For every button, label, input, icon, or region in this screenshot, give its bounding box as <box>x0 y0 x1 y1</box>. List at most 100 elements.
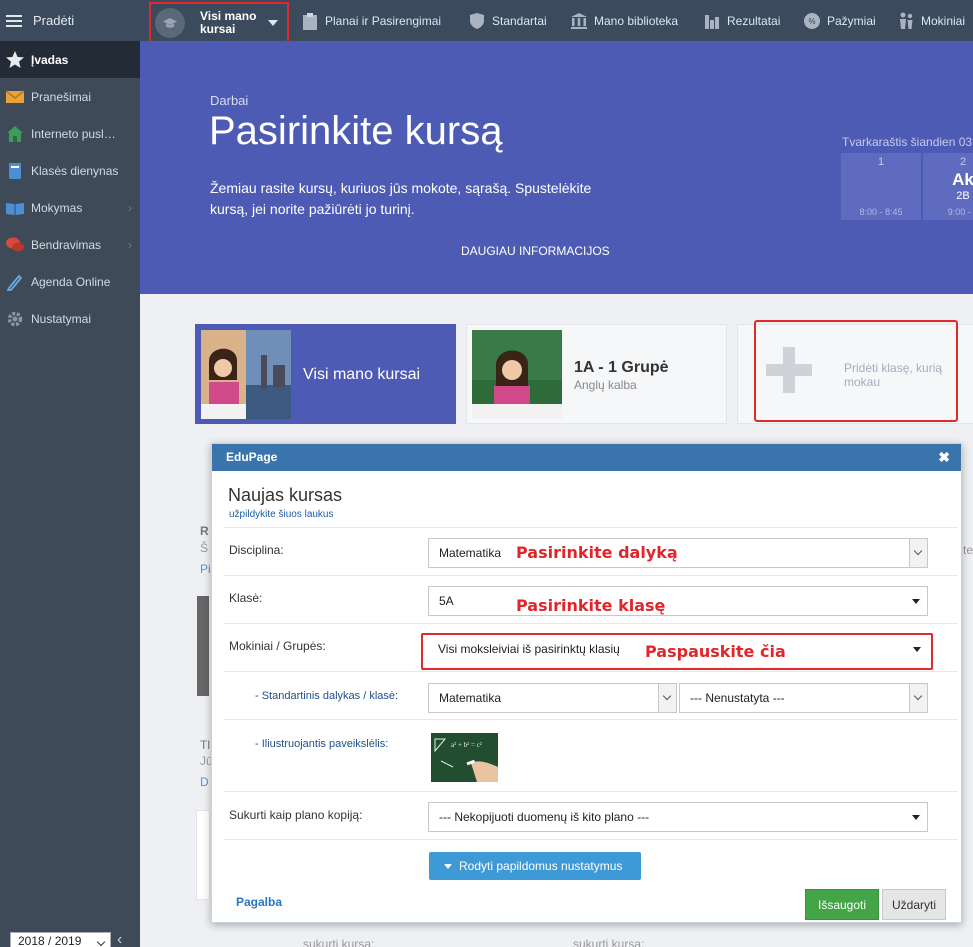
sidebar-item-intro[interactable]: Įvadas <box>0 41 140 78</box>
show-more-settings-button[interactable]: Rodyti papildomus nustatymus <box>429 852 641 880</box>
bg-thumbnail <box>197 596 209 696</box>
add-class-button[interactable]: Pridėti klasę, kurią mokau <box>754 320 958 422</box>
bg-fragment: te <box>963 543 973 557</box>
nav-standards[interactable]: Standartai <box>468 0 547 41</box>
illustration-image[interactable]: a² + b² = c² <box>431 733 498 782</box>
sidebar-item-label: Interneto puslapis <box>31 126 119 141</box>
chevron-down-icon <box>909 684 927 712</box>
nav-results-label: Rezultatai <box>727 13 781 28</box>
save-button[interactable]: Išsaugoti <box>805 889 879 920</box>
sidebar: Įvadas Pranešimai Interneto puslapis Kla… <box>0 41 140 947</box>
class-select[interactable]: 5A <box>428 586 928 616</box>
nav-plans-label: Planai ir Pasirengimai <box>325 13 442 28</box>
sidebar-item-label: Nustatymai <box>31 311 92 326</box>
slot-time: 9:00 - 9 <box>947 207 973 217</box>
more-info-link[interactable]: DAUGIAU INFORMACIJOS <box>461 244 610 258</box>
form-subtitle: užpildykite šiuos laukus <box>229 509 334 520</box>
bg-fragment: Š <box>200 541 209 555</box>
course-name: 1A - 1 Grupė <box>574 359 669 376</box>
standard-class-value: --- Nenustatyta --- <box>690 691 785 705</box>
home-icon <box>5 124 25 144</box>
schedule-slot[interactable]: 1 8:00 - 8:45 <box>841 153 921 220</box>
schedule-slot[interactable]: 2 Ak 2B 9:00 - 9 <box>923 153 973 220</box>
nav-students-label: Mokiniai <box>921 13 966 28</box>
sidebar-item-website[interactable]: Interneto puslapis <box>0 115 140 152</box>
form-title: Naujas kursas <box>228 485 343 505</box>
close-button[interactable]: Uždaryti <box>882 889 946 920</box>
svg-text:a² + b² = c²: a² + b² = c² <box>451 741 482 749</box>
page-title: Pasirinkite kursą <box>209 109 503 153</box>
slot-subject: Ak <box>952 170 973 189</box>
sidebar-item-agenda[interactable]: Agenda Online <box>0 263 140 300</box>
sidebar-item-communication[interactable]: Bendravimas › <box>0 226 140 263</box>
course-thumbnail <box>472 330 562 419</box>
bg-fragment: sukurti kursą: <box>303 937 375 947</box>
pencil-icon <box>5 272 25 292</box>
illustration-label: - Iliustruojantis paveikslėlis: <box>255 738 389 750</box>
nav-plans[interactable]: Planai ir Pasirengimai <box>301 0 441 41</box>
sidebar-item-label: Agenda Online <box>31 274 111 289</box>
graduation-cap-icon <box>155 8 185 38</box>
chevron-right-icon: › <box>128 200 132 215</box>
sidebar-item-teaching[interactable]: Mokymas › <box>0 189 140 226</box>
card-all-courses[interactable]: Visi mano kursai <box>195 324 456 424</box>
menu-label: Pradėti <box>33 13 75 28</box>
bg-fragment: sukurti kursą: <box>573 937 645 947</box>
page-description: Žemiau rasite kursų, kuriuos jūs mokote,… <box>210 180 592 217</box>
star-icon <box>5 50 25 70</box>
clipboard-icon <box>301 12 319 30</box>
nav-grades[interactable]: % Pažymiai <box>803 0 876 41</box>
card-course[interactable]: 1A - 1 Grupė Anglų kalba <box>466 324 727 424</box>
help-link[interactable]: Pagalba <box>236 895 282 909</box>
sidebar-item-settings[interactable]: Nustatymai <box>0 300 140 337</box>
standard-subject-value: Matematika <box>439 691 502 705</box>
slot-number: 2 <box>959 156 967 168</box>
library-icon <box>570 12 588 30</box>
nav-standards-label: Standartai <box>492 13 547 28</box>
all-courses-dropdown[interactable]: Visi mano kursai <box>149 2 289 44</box>
discipline-select[interactable]: Matematika <box>428 538 928 568</box>
students-label: Mokiniai / Grupės: <box>229 639 326 653</box>
nav-library-label: Mano biblioteka <box>594 13 679 28</box>
top-bar: Pradėti Visi mano kursai Planai ir Pasir… <box>0 0 973 44</box>
open-book-icon <box>5 198 25 218</box>
school-year-select[interactable]: 2018 / 2019 <box>10 932 111 947</box>
nav-students[interactable]: Mokiniai <box>897 0 965 41</box>
standard-subject-select[interactable]: Matematika <box>428 683 677 713</box>
svg-text:%: % <box>808 17 815 26</box>
collapse-sidebar-icon[interactable]: ‹ <box>117 931 122 947</box>
close-icon[interactable]: ✖ <box>938 444 950 470</box>
plus-icon <box>766 347 812 393</box>
nav-grades-label: Pažymiai <box>827 13 876 28</box>
breadcrumb: Darbai <box>210 93 249 108</box>
menu-button[interactable]: Pradėti <box>0 0 140 41</box>
all-courses-label: Visi mano kursai <box>200 9 257 36</box>
standard-class-select[interactable]: --- Nenustatyta --- <box>679 683 928 713</box>
copy-label: Sukurti kaip plano kopiją: <box>229 808 363 822</box>
add-class-label: Pridėti klasę, kurią mokau <box>844 361 943 389</box>
nav-results[interactable]: Rezultatai <box>703 0 780 41</box>
course-thumbnail <box>201 330 291 419</box>
shield-icon <box>468 12 486 30</box>
grades-icon: % <box>803 12 821 30</box>
discipline-label: Disciplina: <box>229 543 284 557</box>
bar-chart-icon <box>703 12 721 30</box>
page-banner: Darbai Pasirinkite kursą Žemiau rasite k… <box>140 41 973 294</box>
nav-library[interactable]: Mano biblioteka <box>570 0 678 41</box>
course-subject: Anglų kalba <box>574 378 637 392</box>
dialog-header: EduPage ✖ <box>212 444 961 471</box>
new-course-dialog: EduPage ✖ Naujas kursas užpildykite šiuo… <box>211 443 962 923</box>
copy-plan-select[interactable]: --- Nekopijuoti duomenų iš kito plano --… <box>428 802 928 832</box>
chevron-right-icon: › <box>128 237 132 252</box>
chevron-down-icon <box>268 20 278 26</box>
sidebar-item-class-diary[interactable]: Klasės dienynas <box>0 152 140 189</box>
annotation-pick-subject: Pasirinkite dalyką <box>516 543 678 562</box>
sidebar-item-label: Mokymas <box>31 200 83 215</box>
school-year-value: 2018 / 2019 <box>18 934 82 947</box>
chat-icon <box>5 235 25 255</box>
class-label: Klasė: <box>229 591 263 605</box>
annotation-click-here: Paspauskite čia <box>645 642 786 661</box>
sidebar-item-messages[interactable]: Pranešimai <box>0 78 140 115</box>
card-title: Visi mano kursai <box>303 366 421 383</box>
bg-fragment: D <box>200 775 209 789</box>
